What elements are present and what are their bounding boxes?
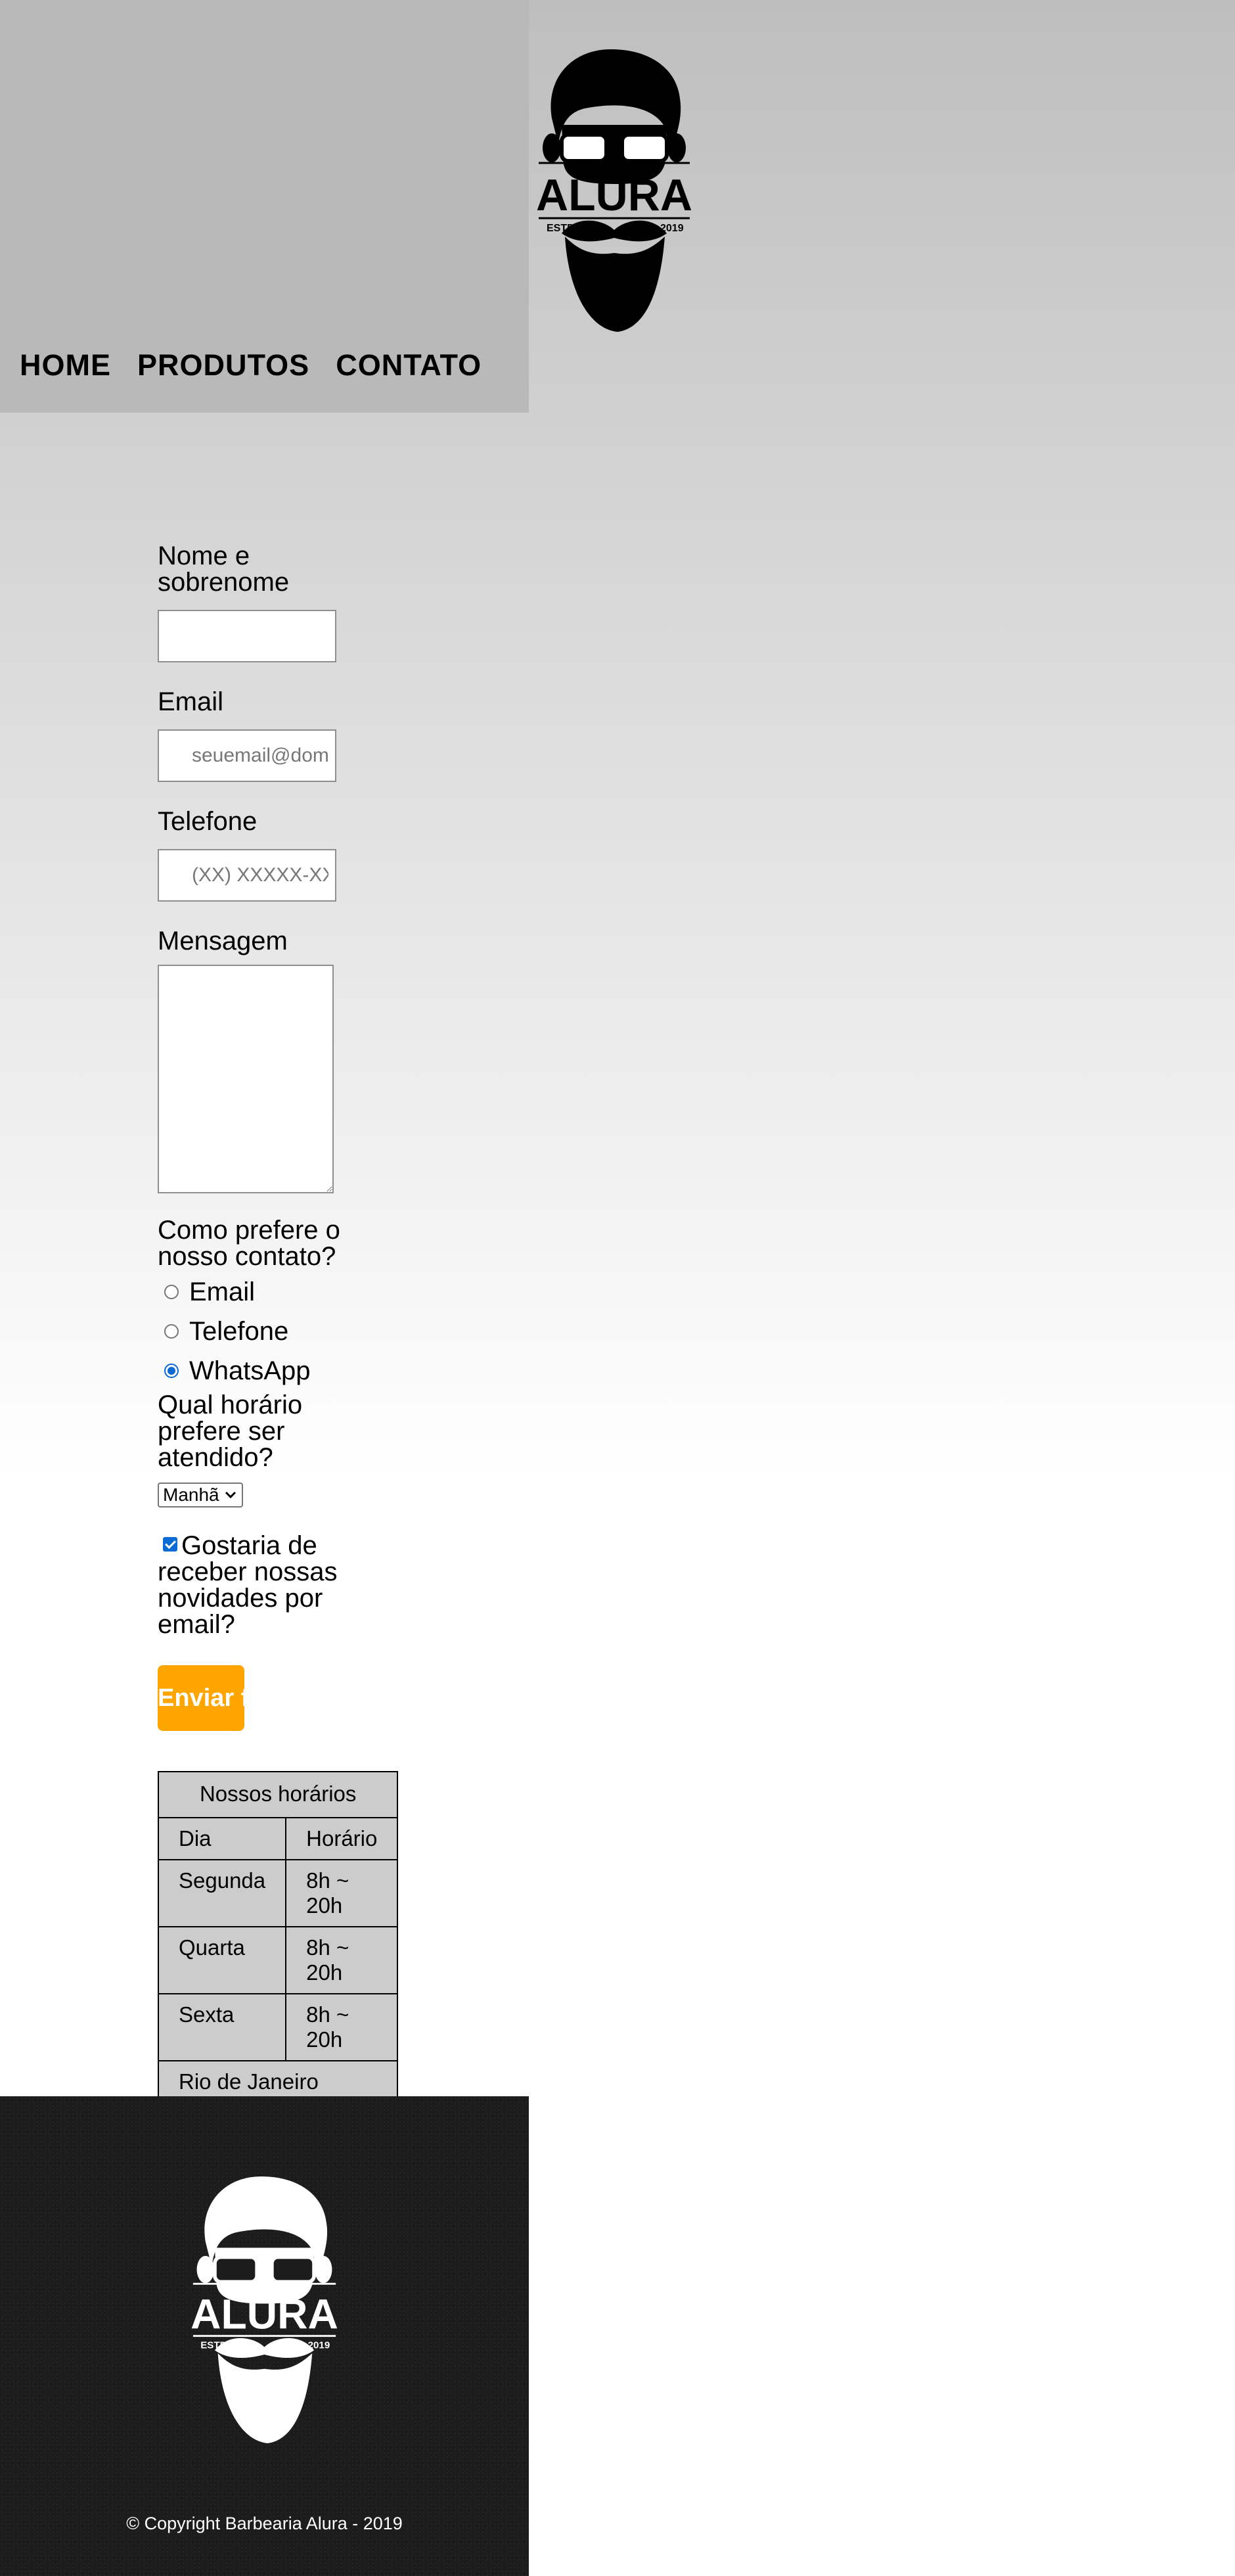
name-input[interactable] <box>158 610 336 662</box>
contact-form: Nome e sobrenome Email Telefone Mensagem… <box>158 543 355 1731</box>
table-row: Segunda 8h ~ 20h <box>157 1859 399 1927</box>
phone-label: Telefone <box>158 807 258 836</box>
footer: ALURA ESTD 2019 © Copyright Barbearia Al… <box>0 2096 529 2576</box>
footer-logo: ALURA ESTD 2019 <box>181 2169 348 2451</box>
nav-produtos-link[interactable]: PRODUTOS <box>137 348 309 382</box>
newsletter-label: Gostaria de receber nossas novidades por… <box>158 1531 338 1639</box>
contact-question: Como prefere o nosso contato? <box>158 1216 340 1271</box>
chevron-down-icon <box>225 1491 236 1499</box>
radio-telefone[interactable] <box>164 1324 179 1339</box>
email-label: Email <box>158 687 224 716</box>
time-question: Qual horário prefere ser atendido? <box>158 1391 303 1472</box>
time-select[interactable]: Manhã <box>158 1483 243 1507</box>
footer-logo-brand-text: ALURA <box>191 2290 338 2337</box>
table-header-hours: Horário <box>285 1817 399 1860</box>
table-cell-day: Sexta <box>157 1993 287 2061</box>
radio-telefone-label: Telefone <box>189 1316 289 1346</box>
logo-brand-text: ALURA <box>536 170 692 220</box>
time-select-value: Manhã <box>163 1484 219 1505</box>
table-cell-hours: 8h ~ 20h <box>285 1993 399 2061</box>
nav-home-link[interactable]: HOME <box>20 348 111 382</box>
table-cell-hours: 8h ~ 20h <box>285 1926 399 1994</box>
contact-option-whatsapp[interactable]: WhatsApp <box>158 1351 355 1391</box>
radio-whatsapp[interactable] <box>164 1364 179 1378</box>
newsletter-option: Gostaria de receber nossas novidades por… <box>158 1532 355 1638</box>
table-cell-day: Segunda <box>157 1859 287 1927</box>
nav-contato-link[interactable]: CONTATO <box>336 348 482 382</box>
message-textarea[interactable] <box>158 965 334 1193</box>
submit-button[interactable]: Enviar formulário <box>158 1665 244 1731</box>
table-cell-day: Quarta <box>157 1926 287 1994</box>
copyright-text: © Copyright Barbearia Alura - 2019 <box>126 2514 403 2533</box>
radio-email-label: Email <box>189 1277 256 1306</box>
table-cell-hours: 8h ~ 20h <box>285 1859 399 1927</box>
header-logo[interactable]: ALURA ESTD 2019 <box>526 46 703 335</box>
message-label: Mensagem <box>158 927 288 955</box>
name-label: Nome e sobrenome <box>158 541 290 597</box>
radio-email[interactable] <box>164 1285 179 1299</box>
contact-option-email[interactable]: Email <box>158 1272 355 1312</box>
email-input[interactable] <box>158 729 336 782</box>
table-row: Quarta 8h ~ 20h <box>157 1926 399 1994</box>
table-row: Sexta 8h ~ 20h <box>157 1993 399 2061</box>
main-nav: HOME PRODUTOS CONTATO <box>20 348 482 382</box>
table-header-day: Dia <box>157 1817 287 1860</box>
table-caption: Nossos horários <box>157 1771 399 1818</box>
contact-radio-group: Email Telefone WhatsApp <box>158 1272 355 1391</box>
phone-input[interactable] <box>158 849 336 902</box>
newsletter-checkbox[interactable] <box>163 1537 177 1552</box>
contact-option-telefone[interactable]: Telefone <box>158 1312 355 1351</box>
header: HOME PRODUTOS CONTATO <box>0 0 529 413</box>
radio-whatsapp-label: WhatsApp <box>189 1356 311 1385</box>
hours-table: Nossos horários Dia Horário Segunda 8h ~… <box>157 1771 399 2104</box>
